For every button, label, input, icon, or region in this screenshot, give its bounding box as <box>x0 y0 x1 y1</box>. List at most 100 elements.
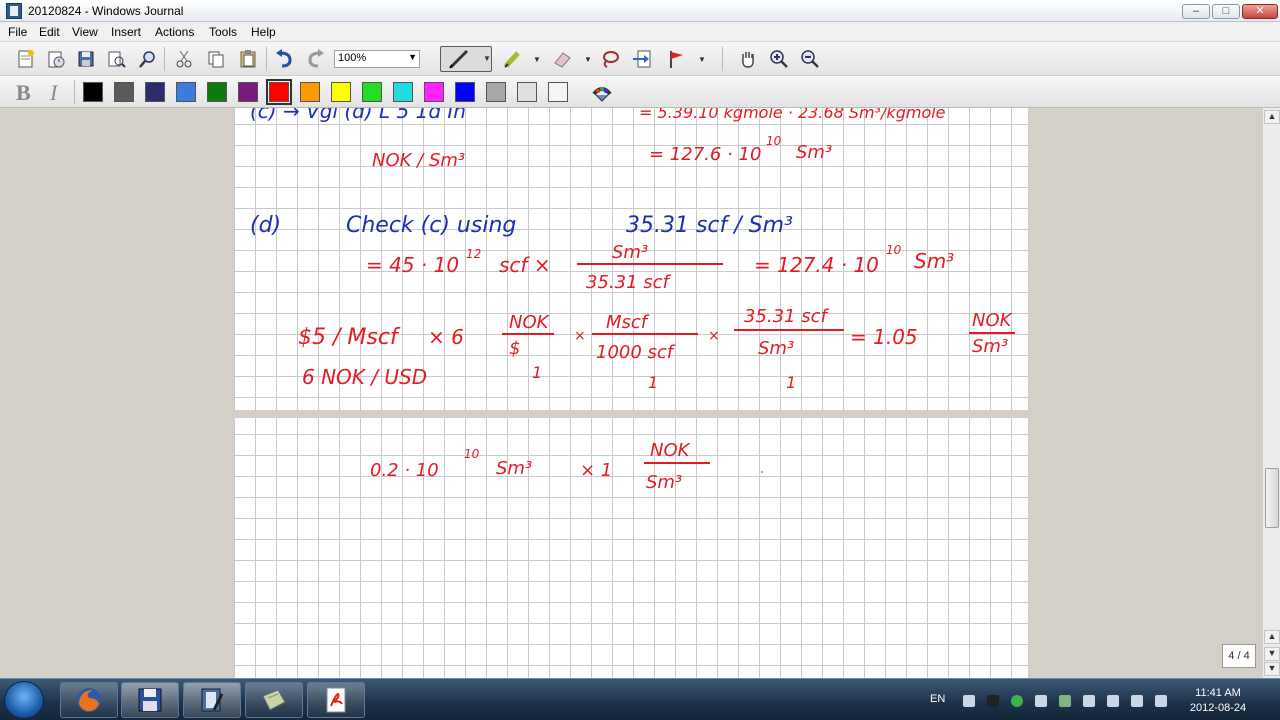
tray-icon[interactable] <box>1107 695 1119 707</box>
minimize-button[interactable]: – <box>1182 4 1210 19</box>
scroll-up-arrow[interactable]: ▲ <box>1264 630 1280 644</box>
eraser-icon[interactable] <box>550 47 574 71</box>
menu-edit[interactable]: Edit <box>39 25 60 39</box>
tray-icon[interactable] <box>963 695 975 707</box>
chevron-down-icon[interactable]: ▼ <box>584 55 592 64</box>
maximize-button[interactable]: □ <box>1212 4 1240 19</box>
undo-icon[interactable] <box>272 47 296 71</box>
note-canvas[interactable]: (c) → V̇gi (d) L 5 1d In = 5.39.10 kgmol… <box>0 108 1262 678</box>
title-bar: 20120824 - Windows Journal – □ ✕ <box>0 0 1280 22</box>
color-swatch[interactable] <box>300 82 320 102</box>
pen-tool-button[interactable]: ▼ <box>440 46 492 72</box>
menu-view[interactable]: View <box>72 25 98 39</box>
color-swatch[interactable] <box>517 82 537 102</box>
fraction-bar <box>734 329 844 331</box>
italic-button[interactable]: I <box>50 80 57 106</box>
lasso-icon[interactable] <box>598 47 622 71</box>
tray-check-icon[interactable] <box>1011 695 1023 707</box>
zoom-select[interactable]: 100% ▼ <box>334 50 420 68</box>
ink-exchange: 6 NOK / USD <box>302 365 427 389</box>
journal-icon[interactable] <box>183 682 241 718</box>
bold-button[interactable]: B <box>16 80 31 106</box>
copy-icon[interactable] <box>204 47 228 71</box>
color-swatch[interactable] <box>548 82 568 102</box>
tray-icon[interactable] <box>1035 695 1047 707</box>
color-swatch[interactable] <box>455 82 475 102</box>
color-swatch[interactable] <box>486 82 506 102</box>
scroll-up-arrow[interactable]: ▲ <box>1264 110 1280 124</box>
start-button[interactable] <box>4 681 44 719</box>
insert-space-icon[interactable] <box>630 47 654 71</box>
ink-page2-frac-num: NOK <box>650 440 691 461</box>
vertical-scrollbar[interactable]: ▲ ▲ ▼ ▼ <box>1262 108 1280 678</box>
ink-frac1-den: 35.31 scf <box>586 272 672 293</box>
zoom-in-icon[interactable] <box>767 47 791 71</box>
paste-icon[interactable] <box>236 47 260 71</box>
color-swatch[interactable] <box>331 82 351 102</box>
cut-icon[interactable] <box>172 47 196 71</box>
color-swatch[interactable] <box>114 82 134 102</box>
ink-one-2: 1 <box>648 373 658 392</box>
notes-icon[interactable] <box>245 682 303 718</box>
new-note-icon[interactable] <box>14 47 38 71</box>
find-icon[interactable] <box>136 47 160 71</box>
firefox-icon[interactable] <box>60 682 118 718</box>
hand-icon[interactable] <box>736 47 760 71</box>
scroll-down-arrow[interactable]: ▼ <box>1264 647 1280 661</box>
pen-settings-icon[interactable] <box>590 80 614 104</box>
network-icon[interactable] <box>1131 695 1143 707</box>
volume-icon[interactable] <box>1155 695 1167 707</box>
open-icon[interactable] <box>44 47 68 71</box>
menu-actions[interactable]: Actions <box>155 25 194 39</box>
tray-flag-icon[interactable] <box>1083 695 1095 707</box>
menu-bar: File Edit View Insert Actions Tools Help <box>0 22 1280 42</box>
redo-icon[interactable] <box>304 47 328 71</box>
ink-times-b: × <box>708 328 720 344</box>
ink-times6: × 6 <box>428 325 464 349</box>
scroll-down-arrow[interactable]: ▼ <box>1264 662 1280 676</box>
zoom-value: 100% <box>338 52 367 64</box>
note-page-4[interactable]: 0.2 · 10 10 Sm³ × 1 NOK Sm³ <box>234 418 1028 678</box>
clock-time: 11:41 AM <box>1195 687 1241 699</box>
close-button[interactable]: ✕ <box>1242 4 1278 19</box>
color-swatch[interactable] <box>176 82 196 102</box>
ink-check-heading: Check (c) using <box>346 213 516 238</box>
tray-icon[interactable] <box>987 695 999 707</box>
color-swatch[interactable] <box>145 82 165 102</box>
ink-result-price: = 1.05 <box>850 325 918 349</box>
color-swatch[interactable] <box>424 82 444 102</box>
tray-icon[interactable] <box>1059 695 1071 707</box>
menu-file[interactable]: File <box>8 25 27 39</box>
ink-result-c-exp: 10 <box>766 134 782 148</box>
note-page-3[interactable]: (c) → V̇gi (d) L 5 1d In = 5.39.10 kgmol… <box>234 108 1028 410</box>
clock[interactable]: 11:41 AM 2012-08-24 <box>1178 686 1258 716</box>
save-icon[interactable] <box>74 47 98 71</box>
menu-help[interactable]: Help <box>251 25 276 39</box>
color-swatch[interactable] <box>266 79 292 105</box>
fraction-bar <box>502 333 554 335</box>
ink-result-d: = 127.4 · 10 <box>754 253 879 277</box>
color-swatch[interactable] <box>238 82 258 102</box>
save-disk-icon[interactable] <box>121 682 179 718</box>
toolbar-separator <box>164 47 165 71</box>
pdf-icon[interactable] <box>307 682 365 718</box>
ink-one-1: 1 <box>532 363 542 382</box>
menu-tools[interactable]: Tools <box>209 25 237 39</box>
color-swatch[interactable] <box>393 82 413 102</box>
color-swatch[interactable] <box>362 82 382 102</box>
language-indicator[interactable]: EN <box>930 693 945 705</box>
color-swatch[interactable] <box>207 82 227 102</box>
ink-times-a: × <box>574 328 586 344</box>
flag-icon[interactable] <box>664 47 688 71</box>
chevron-down-icon[interactable]: ▼ <box>698 55 706 64</box>
highlighter-icon[interactable] <box>500 47 524 71</box>
zoom-out-icon[interactable] <box>798 47 822 71</box>
scroll-thumb[interactable] <box>1265 468 1279 528</box>
ink-factor: 35.31 scf / Sm³ <box>626 213 793 238</box>
ink-result-d-unit: Sm³ <box>914 249 954 273</box>
chevron-down-icon[interactable]: ▼ <box>533 55 541 64</box>
color-swatch[interactable] <box>83 82 103 102</box>
menu-insert[interactable]: Insert <box>111 25 141 39</box>
print-preview-icon[interactable] <box>104 47 128 71</box>
ink-d-label: (d) <box>250 213 281 238</box>
